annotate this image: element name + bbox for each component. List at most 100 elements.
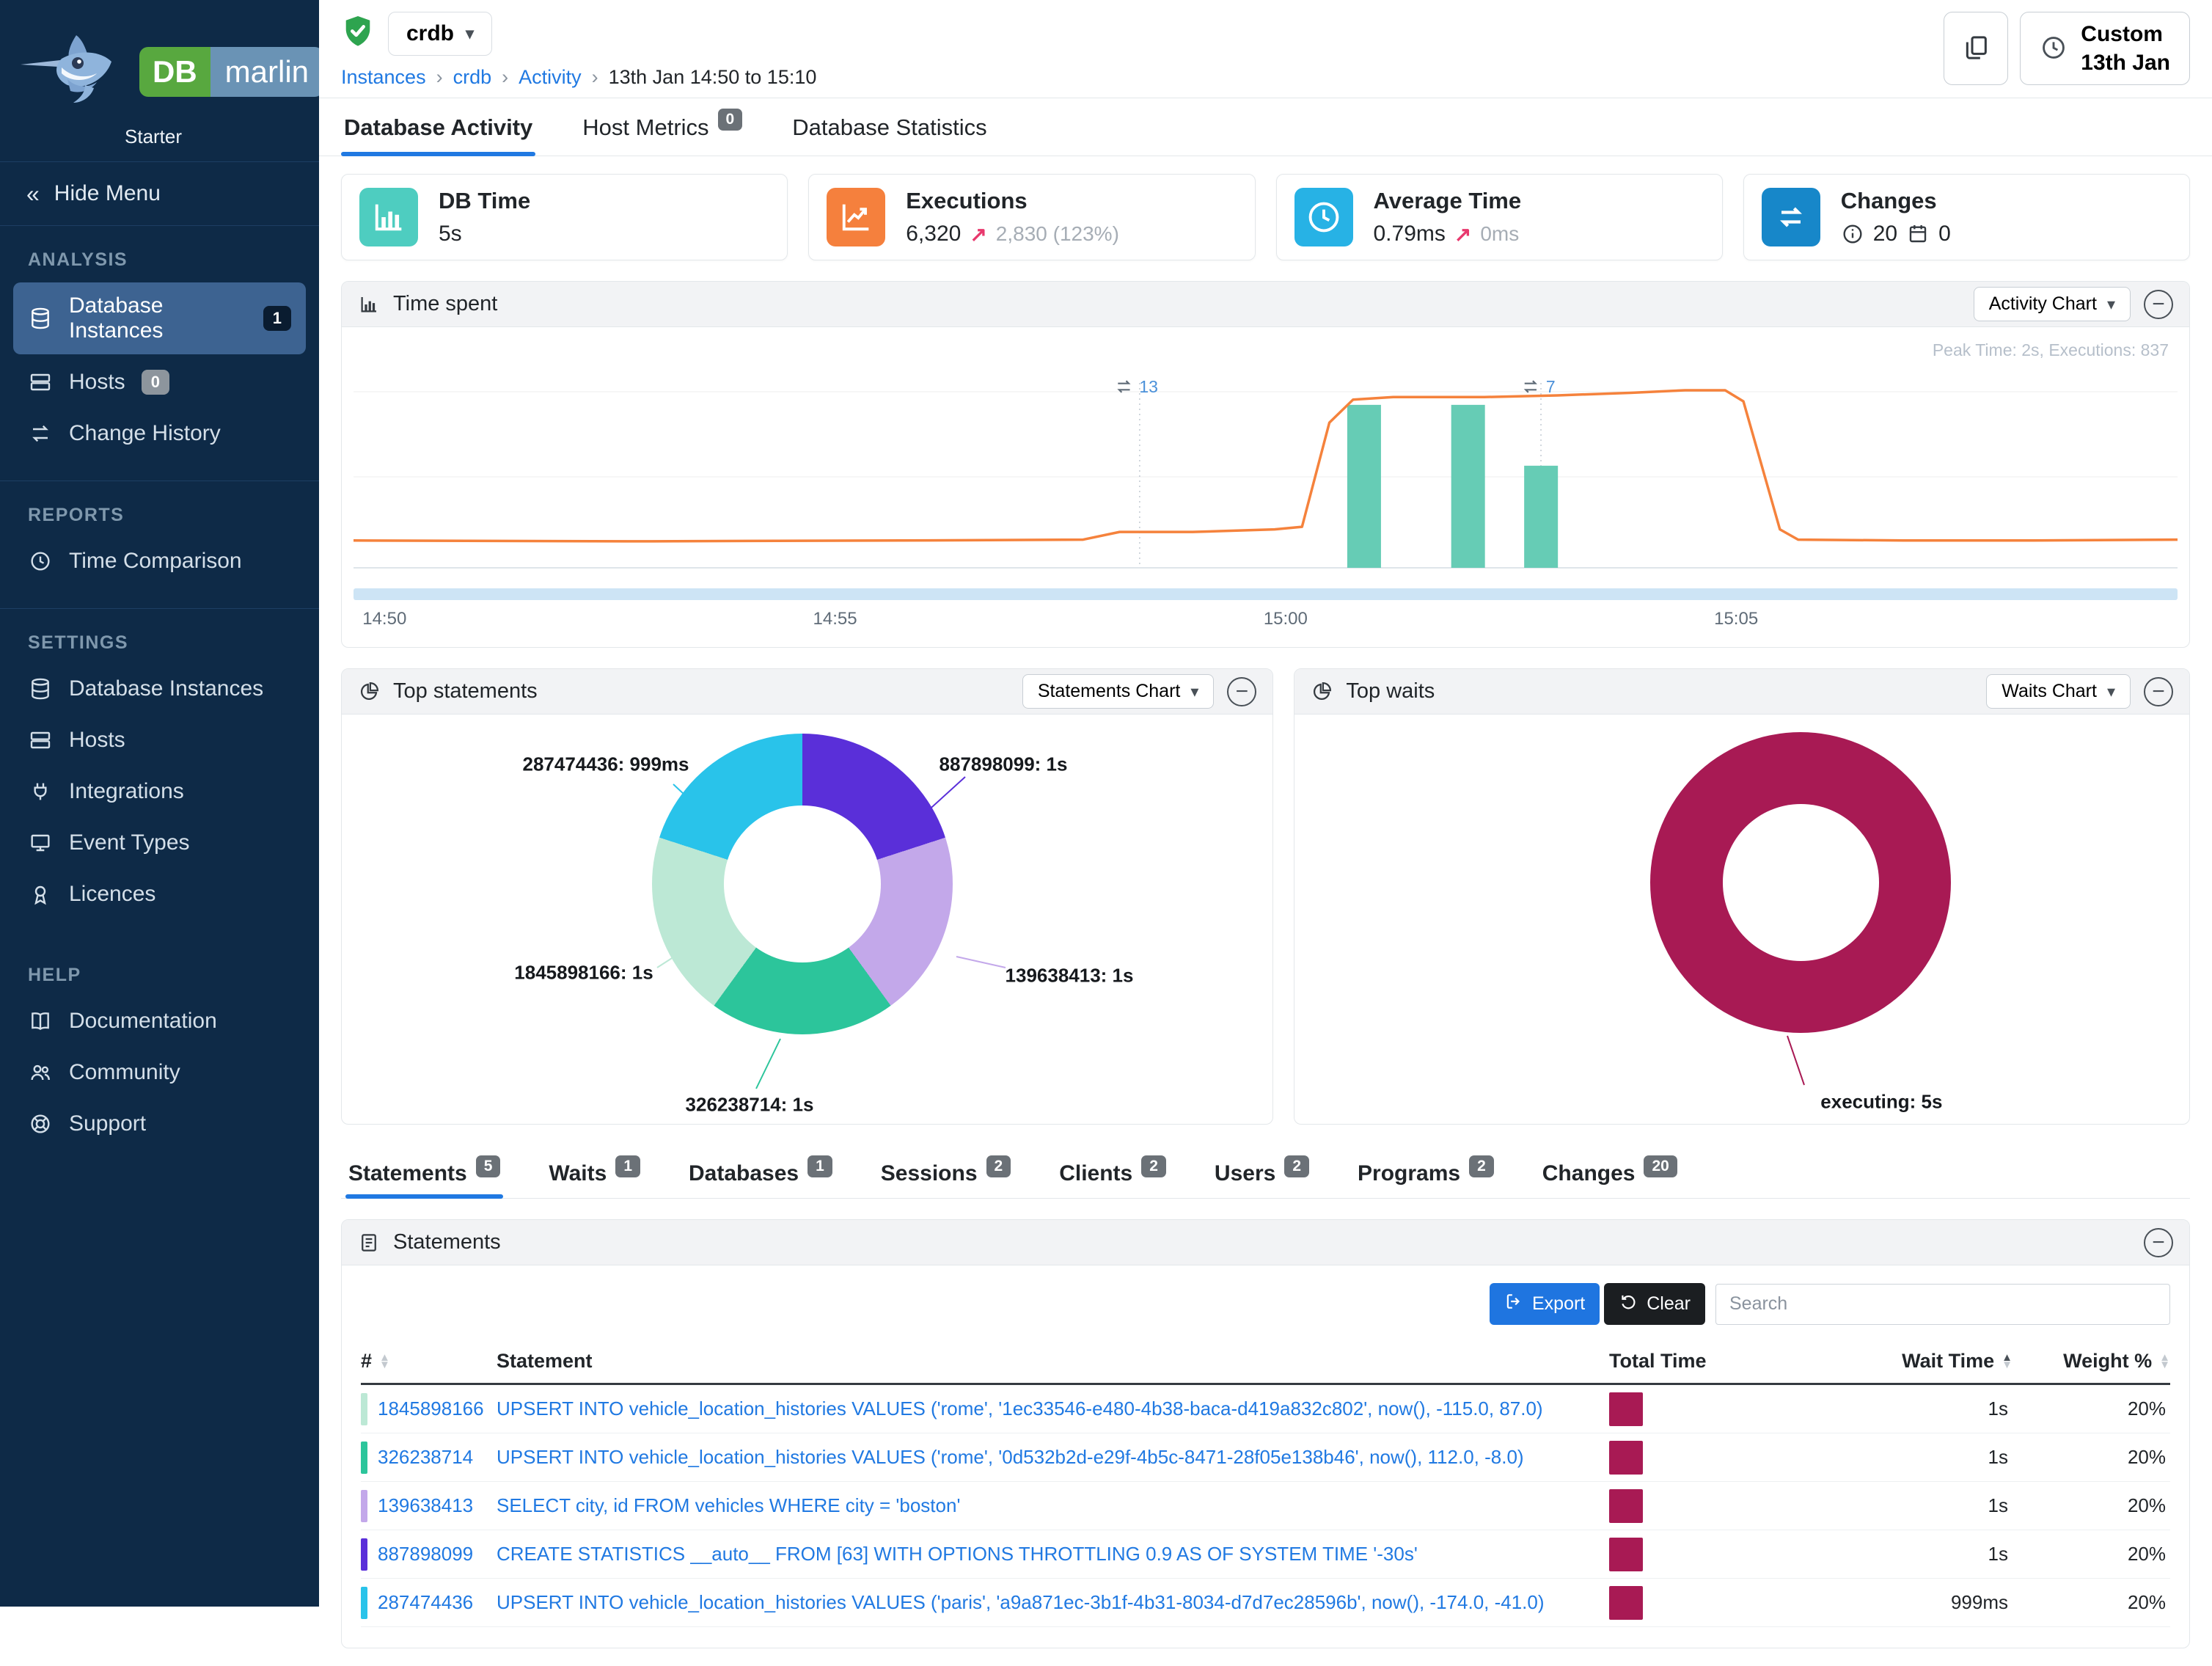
weight-value: 20% — [2013, 1543, 2170, 1565]
change-history-icon — [28, 421, 53, 446]
donut-slice-label: 326238714: 1s — [686, 1094, 814, 1117]
calendar-icon[interactable] — [1906, 222, 1930, 246]
weight-value: 20% — [2013, 1398, 2170, 1420]
copy-button[interactable] — [1944, 12, 2008, 85]
time-range-button[interactable]: Custom 13th Jan — [2020, 12, 2190, 85]
minus-circle-icon[interactable]: − — [1227, 677, 1256, 706]
statement-link[interactable]: CREATE STATISTICS __auto__ FROM [63] WIT… — [497, 1543, 1609, 1565]
wait-time-value: 1s — [1770, 1398, 2013, 1420]
wait-time-value: 1s — [1770, 1446, 2013, 1469]
card-delta: 0ms — [1480, 222, 1519, 246]
sidebar-item-database-instances[interactable]: Database Instances 1 — [13, 282, 306, 354]
change-marker[interactable]: 7 — [1521, 377, 1556, 397]
column-header-wait-time[interactable]: Wait Time ▲▼ — [1770, 1350, 2013, 1373]
breadcrumb-crdb[interactable]: crdb — [453, 66, 492, 89]
statement-id-link[interactable]: 1845898166 — [361, 1393, 497, 1425]
statement-link[interactable]: UPSERT INTO vehicle_location_histories V… — [497, 1591, 1609, 1614]
statement-link[interactable]: UPSERT INTO vehicle_location_histories V… — [497, 1446, 1609, 1469]
count-badge: 2 — [986, 1155, 1011, 1177]
sidebar-item-hosts[interactable]: Hosts 0 — [13, 359, 306, 406]
sidebar-item-integrations[interactable]: Integrations — [13, 768, 306, 815]
statement-list-icon — [358, 1232, 380, 1254]
sort-icon[interactable]: ▲▼ — [2002, 1354, 2013, 1368]
search-input[interactable] — [1715, 1284, 2170, 1325]
minus-circle-icon[interactable]: − — [2144, 1228, 2173, 1257]
table-row: 1845898166UPSERT INTO vehicle_location_h… — [361, 1385, 2170, 1433]
plug-icon — [28, 779, 53, 804]
statement-id-link[interactable]: 326238714 — [361, 1442, 497, 1474]
statements-donut-chart[interactable] — [652, 734, 953, 1034]
count-badge: 2 — [1284, 1155, 1309, 1177]
sidebar-item-community[interactable]: Community — [13, 1049, 306, 1096]
statement-link[interactable]: SELECT city, id FROM vehicles WHERE city… — [497, 1494, 1609, 1517]
chart-type-selector[interactable]: Statements Chart ▾ — [1022, 674, 1215, 709]
sidebar-item-documentation[interactable]: Documentation — [13, 998, 306, 1045]
instance-selector[interactable]: crdb ▾ — [388, 12, 492, 56]
clear-button[interactable]: Clear — [1604, 1283, 1705, 1325]
count-badge: 5 — [476, 1155, 501, 1177]
minus-circle-icon[interactable]: − — [2144, 677, 2173, 706]
detail-tab-databases[interactable]: Databases1 — [686, 1151, 835, 1198]
chart-type-selector[interactable]: Waits Chart ▾ — [1986, 674, 2131, 709]
statement-id-link[interactable]: 287474436 — [361, 1587, 497, 1619]
edition-label: Starter — [0, 125, 319, 161]
column-header-id[interactable]: # ▲▼ — [361, 1350, 497, 1373]
statements-table-panel: Statements − Export Clear # — [341, 1219, 2190, 1648]
tab-database-statistics[interactable]: Database Statistics — [789, 98, 989, 156]
detail-tab-users[interactable]: Users2 — [1212, 1151, 1312, 1198]
card-value: 6,320 ↗ 2,830 (123%) — [906, 222, 1119, 246]
detail-tab-changes[interactable]: Changes20 — [1539, 1151, 1680, 1198]
card-value: 5s — [439, 222, 530, 246]
column-header-weight[interactable]: Weight % ▲▼ — [2013, 1350, 2170, 1373]
shield-check-icon — [341, 14, 375, 54]
sidebar-section-reports: REPORTS Time Comparison — [0, 481, 319, 609]
statement-id-link[interactable]: 887898099 — [361, 1538, 497, 1571]
breadcrumb-instances[interactable]: Instances — [341, 66, 426, 89]
card-changes: Changes 20 0 — [1743, 174, 2190, 260]
chart-type-selector[interactable]: Activity Chart ▾ — [1974, 287, 2131, 321]
breadcrumb-timerange: 13th Jan 14:50 to 15:10 — [609, 66, 817, 89]
tab-database-activity[interactable]: Database Activity — [341, 98, 535, 156]
sidebar-item-change-history[interactable]: Change History — [13, 410, 306, 457]
weight-value: 20% — [2013, 1494, 2170, 1517]
breadcrumb-activity[interactable]: Activity — [519, 66, 582, 89]
table-header: # ▲▼ Statement Total Time Wait Time ▲▼ W — [361, 1338, 2170, 1385]
export-button[interactable]: Export — [1490, 1283, 1600, 1325]
color-chip — [361, 1490, 367, 1522]
change-marker[interactable]: 13 — [1114, 377, 1158, 397]
sort-icon[interactable]: ▲▼ — [379, 1354, 390, 1368]
sidebar-item-event-types[interactable]: Event Types — [13, 819, 306, 866]
event-types-icon — [28, 830, 53, 855]
sidebar-item-time-comparison[interactable]: Time Comparison — [13, 538, 306, 585]
table-row: 887898099CREATE STATISTICS __auto__ FROM… — [361, 1530, 2170, 1579]
sidebar-item-hosts-settings[interactable]: Hosts — [13, 717, 306, 764]
wait-time-value: 1s — [1770, 1494, 2013, 1517]
detail-tab-clients[interactable]: Clients2 — [1056, 1151, 1169, 1198]
copy-icon — [1961, 33, 1991, 65]
sidebar-item-licences[interactable]: Licences — [13, 871, 306, 918]
dbmarlin-logo: DB marlin — [139, 47, 323, 97]
detail-tab-sessions[interactable]: Sessions2 — [878, 1151, 1014, 1198]
sidebar-item-database-instances-settings[interactable]: Database Instances — [13, 665, 306, 712]
sort-icon[interactable]: ▲▼ — [2159, 1354, 2170, 1368]
statement-id-link[interactable]: 139638413 — [361, 1490, 497, 1522]
line-chart-icon — [827, 188, 885, 246]
detail-tab-waits[interactable]: Waits1 — [546, 1151, 643, 1198]
minus-circle-icon[interactable]: − — [2144, 290, 2173, 319]
waits-donut-chart[interactable] — [1650, 732, 1951, 1033]
clock-icon — [1294, 188, 1353, 246]
panel-title: Top statements — [393, 679, 538, 704]
hide-menu-button[interactable]: « Hide Menu — [0, 161, 319, 226]
section-title: REPORTS — [13, 505, 306, 526]
info-circle-icon[interactable] — [1841, 222, 1864, 246]
chart-zoom-scrollbar[interactable] — [354, 588, 2178, 600]
tab-host-metrics[interactable]: Host Metrics 0 — [579, 98, 745, 156]
color-chip — [361, 1442, 367, 1474]
detail-tab-statements[interactable]: Statements5 — [345, 1151, 503, 1198]
x-axis-tick: 14:55 — [813, 609, 857, 629]
statement-link[interactable]: UPSERT INTO vehicle_location_histories V… — [497, 1398, 1609, 1420]
detail-tab-programs[interactable]: Programs2 — [1355, 1151, 1497, 1198]
sidebar-item-support[interactable]: Support — [13, 1100, 306, 1147]
time-spent-chart[interactable]: 13 7 — [354, 362, 2178, 582]
donut-slice-label: 1845898166: 1s — [514, 962, 653, 984]
